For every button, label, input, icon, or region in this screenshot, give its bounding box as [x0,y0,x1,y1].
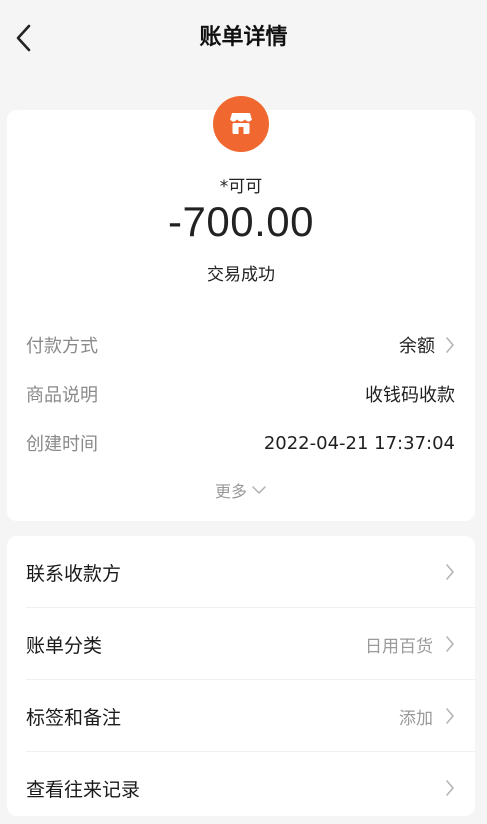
transaction-card: *可可 -700.00 交易成功 付款方式 余额 商品说明 收钱码收款 创建时间… [7,96,475,521]
action-label: 查看往来记录 [26,778,141,801]
action-value: 添加 [399,708,433,729]
detail-value: 收钱码收款 [365,385,455,406]
more-toggle[interactable]: 更多 [7,478,475,502]
contact-payee-row[interactable]: 联系收款方 [26,536,475,608]
detail-label: 付款方式 [26,336,98,357]
more-label: 更多 [214,482,247,501]
actions-card: 联系收款方 账单分类 日用百货 标签和备注 添加 查看往来记录 [7,536,475,816]
detail-value: 余额 [399,336,435,357]
detail-label: 创建时间 [26,434,98,455]
page-title: 账单详情 [199,25,288,50]
chevron-right-icon [446,780,454,796]
tags-notes-row[interactable]: 标签和备注 添加 [26,680,475,752]
top-bar: 账单详情 [0,0,487,80]
bill-category-row[interactable]: 账单分类 日用百货 [26,608,475,680]
detail-row-created-time: 创建时间 2022-04-21 17:37:04 [26,428,455,458]
chevron-right-icon [446,636,454,652]
shop-icon [229,113,253,134]
action-label: 标签和备注 [26,706,122,729]
detail-label: 商品说明 [26,385,98,406]
chevron-right-icon [446,337,454,353]
view-history-row[interactable]: 查看往来记录 [26,752,455,824]
transaction-amount: -700.00 [168,198,314,245]
action-label: 联系收款方 [26,562,122,585]
chevron-right-icon [446,708,454,724]
detail-row-payment-method[interactable]: 付款方式 余额 [26,330,455,360]
action-value: 日用百货 [365,636,433,657]
merchant-avatar [213,96,269,152]
action-label: 账单分类 [26,634,103,657]
chevron-down-icon [252,486,266,494]
detail-row-product-description: 商品说明 收钱码收款 [26,379,455,409]
detail-value: 2022-04-21 17:37:04 [263,432,455,454]
counterparty-name: *可可 [219,177,263,197]
chevron-right-icon [446,564,454,580]
transaction-status: 交易成功 [207,265,275,285]
